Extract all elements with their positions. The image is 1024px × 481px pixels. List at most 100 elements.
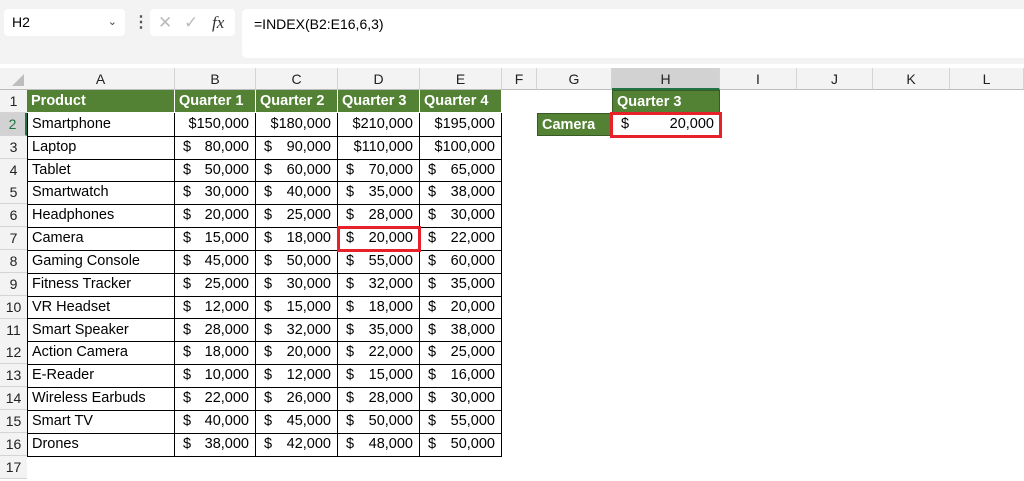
table-cell-value[interactable]: $22,000 bbox=[174, 387, 256, 411]
column-header-d[interactable]: D bbox=[338, 68, 420, 90]
table-cell-value[interactable]: $55,000 bbox=[419, 409, 502, 434]
table-cell-value[interactable]: $70,000 bbox=[337, 158, 420, 183]
table-cell-value[interactable]: $40,000 bbox=[174, 409, 256, 434]
table-cell-value[interactable]: $100,000 bbox=[419, 135, 502, 160]
row-header-4[interactable]: 4 bbox=[0, 158, 27, 182]
table-cell-product[interactable]: Camera bbox=[27, 227, 175, 251]
table-cell-product[interactable]: Drones bbox=[27, 432, 175, 457]
table-cell-product[interactable]: Action Camera bbox=[27, 341, 175, 366]
table-cell-value[interactable]: $15,000 bbox=[255, 295, 338, 320]
table-cell-value[interactable]: $50,000 bbox=[337, 409, 420, 434]
row-header-9[interactable]: 9 bbox=[0, 272, 27, 296]
table-cell-product[interactable]: Smart TV bbox=[27, 409, 175, 434]
table-cell-value[interactable]: $28,000 bbox=[337, 204, 420, 229]
column-header-c[interactable]: C bbox=[256, 68, 338, 90]
table-cell-product[interactable]: Tablet bbox=[27, 158, 175, 183]
table-cell-value[interactable]: $15,000 bbox=[174, 227, 256, 251]
table-cell-value[interactable]: $80,000 bbox=[174, 135, 256, 160]
column-header-i[interactable]: I bbox=[720, 68, 797, 90]
table-cell-value[interactable]: $22,000 bbox=[419, 227, 502, 251]
chevron-down-icon[interactable]: ⌄ bbox=[108, 9, 117, 36]
table-cell-value[interactable]: $110,000 bbox=[337, 135, 420, 160]
table-cell-value[interactable]: $35,000 bbox=[337, 181, 420, 206]
row-header-17[interactable]: 17 bbox=[0, 455, 27, 479]
table-cell-value[interactable]: $22,000 bbox=[337, 341, 420, 366]
table-cell-value[interactable]: $50,000 bbox=[174, 158, 256, 183]
table-cell-value[interactable]: $20,000 bbox=[174, 204, 256, 229]
table-cell-value[interactable]: $48,000 bbox=[337, 432, 420, 457]
table-cell-product[interactable]: Fitness Tracker bbox=[27, 272, 175, 297]
column-header-b[interactable]: B bbox=[175, 68, 256, 90]
row-header-5[interactable]: 5 bbox=[0, 181, 27, 205]
row-header-7[interactable]: 7 bbox=[0, 227, 27, 251]
insert-function-icon[interactable]: fx bbox=[212, 9, 224, 36]
table-cell-value[interactable]: $30,000 bbox=[419, 387, 502, 411]
row-header-3[interactable]: 3 bbox=[0, 135, 27, 159]
table-cell-product[interactable]: Wireless Earbuds bbox=[27, 387, 175, 411]
row-header-12[interactable]: 12 bbox=[0, 341, 27, 365]
table-cell-value[interactable]: $12,000 bbox=[255, 364, 338, 389]
table-cell-value[interactable]: $32,000 bbox=[337, 272, 420, 297]
table-cell-value[interactable]: $15,000 bbox=[337, 364, 420, 389]
row-header-6[interactable]: 6 bbox=[0, 204, 27, 228]
cancel-icon[interactable]: ✕ bbox=[158, 9, 172, 36]
table-cell-value[interactable]: $45,000 bbox=[174, 249, 256, 274]
column-header-g[interactable]: G bbox=[537, 68, 612, 90]
table-cell-product[interactable]: Gaming Console bbox=[27, 249, 175, 274]
column-header-a[interactable]: A bbox=[27, 68, 175, 90]
column-header-j[interactable]: J bbox=[797, 68, 873, 90]
table-cell-value[interactable]: $12,000 bbox=[174, 295, 256, 320]
table-cell-value[interactable]: $195,000 bbox=[419, 112, 502, 137]
table-cell-value[interactable]: $28,000 bbox=[337, 387, 420, 411]
table-cell-value[interactable]: $180,000 bbox=[255, 112, 338, 137]
row-header-16[interactable]: 16 bbox=[0, 432, 27, 456]
table-cell-value[interactable]: $42,000 bbox=[255, 432, 338, 457]
table-cell-product[interactable]: Smart Speaker bbox=[27, 318, 175, 343]
table-cell-value[interactable]: $38,000 bbox=[174, 432, 256, 457]
table-cell-value[interactable]: $26,000 bbox=[255, 387, 338, 411]
table-cell-value[interactable]: $55,000 bbox=[337, 249, 420, 274]
table-header-cell[interactable]: Quarter 4 bbox=[420, 90, 502, 114]
table-cell-value[interactable]: $60,000 bbox=[255, 158, 338, 183]
table-cell-value[interactable]: $35,000 bbox=[337, 318, 420, 343]
table-cell-value[interactable]: $30,000 bbox=[255, 272, 338, 297]
select-all-button[interactable] bbox=[0, 68, 27, 90]
row-header-13[interactable]: 13 bbox=[0, 364, 27, 388]
row-header-14[interactable]: 14 bbox=[0, 387, 27, 411]
table-cell-value[interactable]: $18,000 bbox=[255, 227, 338, 251]
table-cell-value[interactable]: $60,000 bbox=[419, 249, 502, 274]
table-cell-value[interactable]: $38,000 bbox=[419, 181, 502, 206]
table-cell-value[interactable]: $25,000 bbox=[174, 272, 256, 297]
lookup-header[interactable]: Quarter 3 bbox=[612, 90, 720, 114]
table-cell-value[interactable]: $90,000 bbox=[255, 135, 338, 160]
table-cell-product[interactable]: E-Reader bbox=[27, 364, 175, 389]
table-header-cell[interactable]: Product bbox=[27, 90, 175, 114]
table-cell-value[interactable]: $45,000 bbox=[255, 409, 338, 434]
row-header-1[interactable]: 1 bbox=[0, 90, 27, 113]
table-header-cell[interactable]: Quarter 3 bbox=[338, 90, 420, 114]
table-cell-value[interactable]: $40,000 bbox=[255, 181, 338, 206]
row-header-15[interactable]: 15 bbox=[0, 409, 27, 433]
column-header-f[interactable]: F bbox=[502, 68, 537, 90]
more-options-icon[interactable]: ⋮ bbox=[133, 12, 149, 32]
table-cell-value[interactable]: $18,000 bbox=[174, 341, 256, 366]
table-header-cell[interactable]: Quarter 1 bbox=[175, 90, 256, 114]
formula-input[interactable]: =INDEX(B2:E16,6,3) bbox=[242, 9, 1024, 58]
table-cell-value[interactable]: $25,000 bbox=[255, 204, 338, 229]
column-header-e[interactable]: E bbox=[420, 68, 502, 90]
table-cell-product[interactable]: Laptop bbox=[27, 135, 175, 160]
table-cell-value[interactable]: $32,000 bbox=[255, 318, 338, 343]
table-cell-product[interactable]: VR Headset bbox=[27, 295, 175, 320]
table-cell-value[interactable]: $10,000 bbox=[174, 364, 256, 389]
column-header-h[interactable]: H bbox=[612, 68, 720, 90]
table-cell-value[interactable]: $18,000 bbox=[337, 295, 420, 320]
table-cell-value[interactable]: $50,000 bbox=[419, 432, 502, 457]
table-cell-value[interactable]: $35,000 bbox=[419, 272, 502, 297]
table-cell-product[interactable]: Headphones bbox=[27, 204, 175, 229]
column-header-l[interactable]: L bbox=[950, 68, 1024, 90]
table-cell-value[interactable]: $38,000 bbox=[419, 318, 502, 343]
table-cell-value[interactable]: $20,000 bbox=[255, 341, 338, 366]
row-header-11[interactable]: 11 bbox=[0, 318, 27, 342]
table-cell-value[interactable]: $20,000 bbox=[419, 295, 502, 320]
row-header-2[interactable]: 2 bbox=[0, 112, 27, 136]
